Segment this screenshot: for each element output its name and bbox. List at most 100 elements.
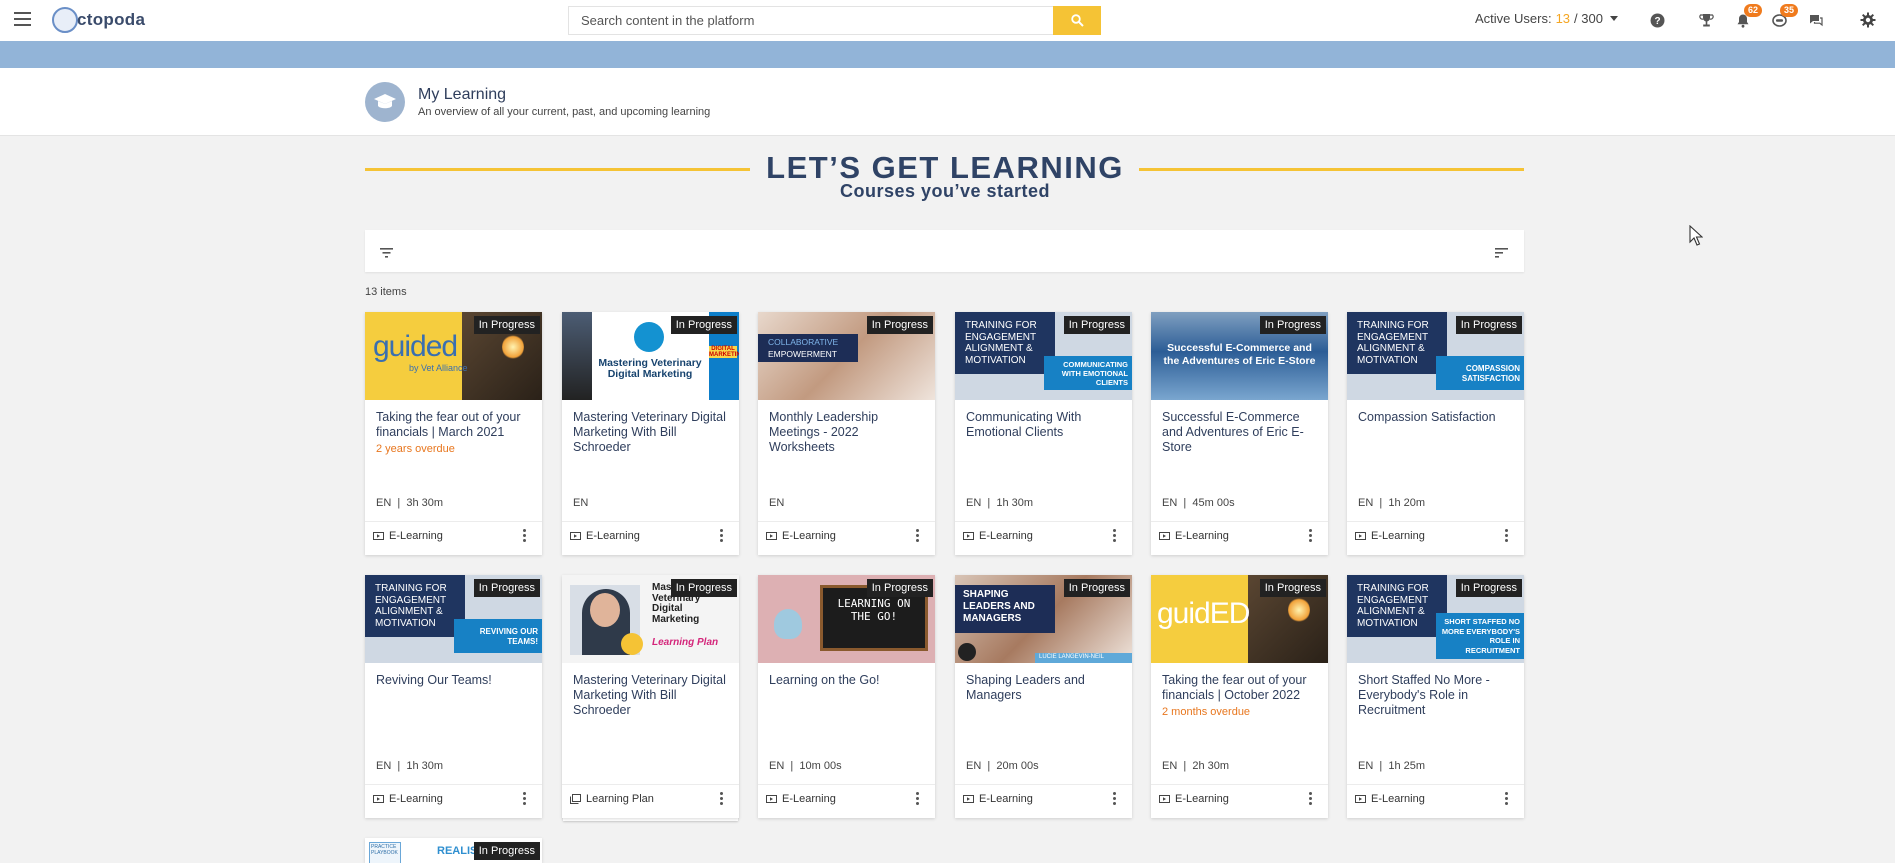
more-options-icon[interactable]: [1505, 529, 1509, 542]
overdue-label: 2 years overdue: [376, 443, 455, 455]
course-title[interactable]: Reviving Our Teams!: [376, 673, 534, 688]
course-card[interactable]: COLLABORATIVE EMPOWERMENT In Progress Mo…: [758, 312, 935, 555]
thumb-title-text: TRAINING FOR ENGAGEMENT ALIGNMENT & MOTI…: [1357, 583, 1429, 629]
filter-bar: [365, 230, 1524, 272]
thumb-sub-text: DIGITAL MARKETING: [709, 346, 739, 358]
more-options-icon[interactable]: [1113, 792, 1117, 805]
course-language: EN: [1358, 497, 1374, 509]
card-divider: [1151, 784, 1328, 785]
course-type: E-Learning: [963, 793, 1033, 805]
course-title[interactable]: Mastering Veterinary Digital Marketing W…: [573, 410, 731, 455]
chat-icon[interactable]: [1807, 11, 1825, 29]
more-options-icon[interactable]: [720, 529, 724, 542]
more-options-icon[interactable]: [1113, 529, 1117, 542]
more-options-icon[interactable]: [523, 529, 527, 542]
card-divider: [955, 784, 1132, 785]
more-options-icon[interactable]: [1505, 792, 1509, 805]
course-meta: EN | 1h 25m: [1358, 760, 1426, 772]
thumb-logo-text: guidED: [1157, 597, 1250, 630]
course-type-label: E-Learning: [1175, 793, 1229, 805]
hero-subtitle: Courses you’ve started: [839, 181, 1051, 201]
page-title: My Learning: [418, 86, 507, 103]
page-header: My Learning An overview of all your curr…: [0, 68, 1895, 136]
course-meta: EN | 10m 00s: [769, 760, 842, 772]
search-icon: [1070, 14, 1084, 27]
more-options-icon[interactable]: [916, 792, 920, 805]
course-title[interactable]: Compassion Satisfaction: [1358, 410, 1516, 425]
course-meta: EN | 3h 30m: [376, 497, 444, 509]
course-title[interactable]: Taking the fear out of your financials |…: [1162, 673, 1320, 703]
elearning-icon: [373, 531, 384, 540]
more-options-icon[interactable]: [916, 529, 920, 542]
items-count: 13 items: [365, 286, 407, 298]
course-title[interactable]: Mastering Veterinary Digital Marketing W…: [573, 673, 731, 718]
course-title[interactable]: Learning on the Go!: [769, 673, 927, 688]
course-meta: EN | 1h 20m: [1358, 497, 1426, 509]
course-language: EN: [376, 760, 392, 772]
course-title[interactable]: Communicating With Emotional Clients: [966, 410, 1124, 440]
course-card[interactable]: Successful E-Commerce and the Adventures…: [1151, 312, 1328, 555]
course-duration: 1h 30m: [996, 497, 1034, 509]
course-card[interactable]: guidED In Progress Taking the fear out o…: [1151, 575, 1328, 818]
course-meta: EN | 20m 00s: [966, 760, 1039, 772]
elearning-icon: [373, 794, 384, 803]
gear-icon[interactable]: [1859, 11, 1877, 29]
course-duration: 1h 20m: [1388, 497, 1426, 509]
course-card[interactable]: TRAINING FOR ENGAGEMENT ALIGNMENT & MOTI…: [955, 312, 1132, 555]
search-input[interactable]: [569, 7, 1013, 34]
chevron-down-icon: [1609, 16, 1618, 21]
more-options-icon[interactable]: [523, 792, 527, 805]
course-type: E-Learning: [1159, 793, 1229, 805]
course-language: EN: [1162, 497, 1178, 509]
page-subtitle: An overview of all your current, past, a…: [418, 106, 711, 118]
course-type-label: E-Learning: [586, 530, 640, 542]
course-title[interactable]: Monthly Leadership Meetings - 2022 Works…: [769, 410, 927, 455]
course-type-label: E-Learning: [1371, 793, 1425, 805]
course-duration: 3h 30m: [406, 497, 444, 509]
svg-text:?: ?: [1654, 16, 1660, 27]
course-title[interactable]: Successful E-Commerce and Adventures of …: [1162, 410, 1320, 455]
course-duration: 2h 30m: [1192, 760, 1230, 772]
course-duration: 20m 00s: [996, 760, 1039, 772]
card-divider: [562, 521, 739, 522]
course-card[interactable]: LEARNING ON THE GO! In Progress Learning…: [758, 575, 935, 818]
more-options-icon[interactable]: [1309, 529, 1313, 542]
more-options-icon[interactable]: [1309, 792, 1313, 805]
course-card[interactable]: SHAPING LEADERS AND MANAGERS LUCIE LANGE…: [955, 575, 1132, 818]
thumb-sub-text: COMMUNICATING WITH EMOTIONAL CLIENTS: [1061, 360, 1128, 387]
logo[interactable]: ctopoda: [52, 3, 145, 37]
search-button[interactable]: [1053, 6, 1101, 35]
trophy-icon[interactable]: [1697, 11, 1715, 29]
status-badge: In Progress: [1259, 579, 1326, 597]
course-card[interactable]: Mastering Veterinary Digital Marketing D…: [562, 312, 739, 555]
course-card[interactable]: PRACTICE PLAYBOOK REALISTIC In Progress: [365, 838, 542, 863]
sort-icon[interactable]: [1495, 245, 1508, 263]
course-card[interactable]: guided by Vet Alliance In Progress Takin…: [365, 312, 542, 555]
card-divider: [1151, 521, 1328, 522]
messages-icon[interactable]: 35: [1770, 4, 1799, 29]
octopus-logo-icon: [52, 7, 78, 33]
more-options-icon[interactable]: [720, 792, 724, 805]
course-card[interactable]: TRAINING FOR ENGAGEMENT ALIGNMENT & MOTI…: [1347, 312, 1524, 555]
active-users-max: / 300: [1574, 11, 1603, 26]
course-title[interactable]: Shaping Leaders and Managers: [966, 673, 1124, 703]
course-type: E-Learning: [766, 793, 836, 805]
course-title[interactable]: Short Staffed No More - Everybody's Role…: [1358, 673, 1516, 718]
course-title[interactable]: Taking the fear out of your financials |…: [376, 410, 534, 440]
thumb-sub-text: LUCIE LANGEVIN-NEIL: [1039, 654, 1105, 660]
status-badge: In Progress: [670, 316, 737, 334]
filter-icon[interactable]: [380, 245, 393, 263]
menu-icon[interactable]: [14, 12, 31, 26]
learning-plan-card[interactable]: Mastering Veterinary Digital Marketing L…: [562, 575, 739, 818]
card-divider: [1347, 521, 1524, 522]
course-type: E-Learning: [570, 530, 640, 542]
course-meta: EN: [573, 497, 588, 509]
course-card[interactable]: TRAINING FOR ENGAGEMENT ALIGNMENT & MOTI…: [1347, 575, 1524, 818]
active-users-count: 13: [1555, 11, 1571, 26]
help-icon[interactable]: ?: [1648, 11, 1666, 29]
course-card[interactable]: TRAINING FOR ENGAGEMENT ALIGNMENT & MOTI…: [365, 575, 542, 818]
course-type: E-Learning: [963, 530, 1033, 542]
card-divider: [1347, 784, 1524, 785]
bell-icon[interactable]: 62: [1734, 4, 1763, 29]
active-users-dropdown[interactable]: Active Users: 13 / 300: [1475, 11, 1618, 26]
